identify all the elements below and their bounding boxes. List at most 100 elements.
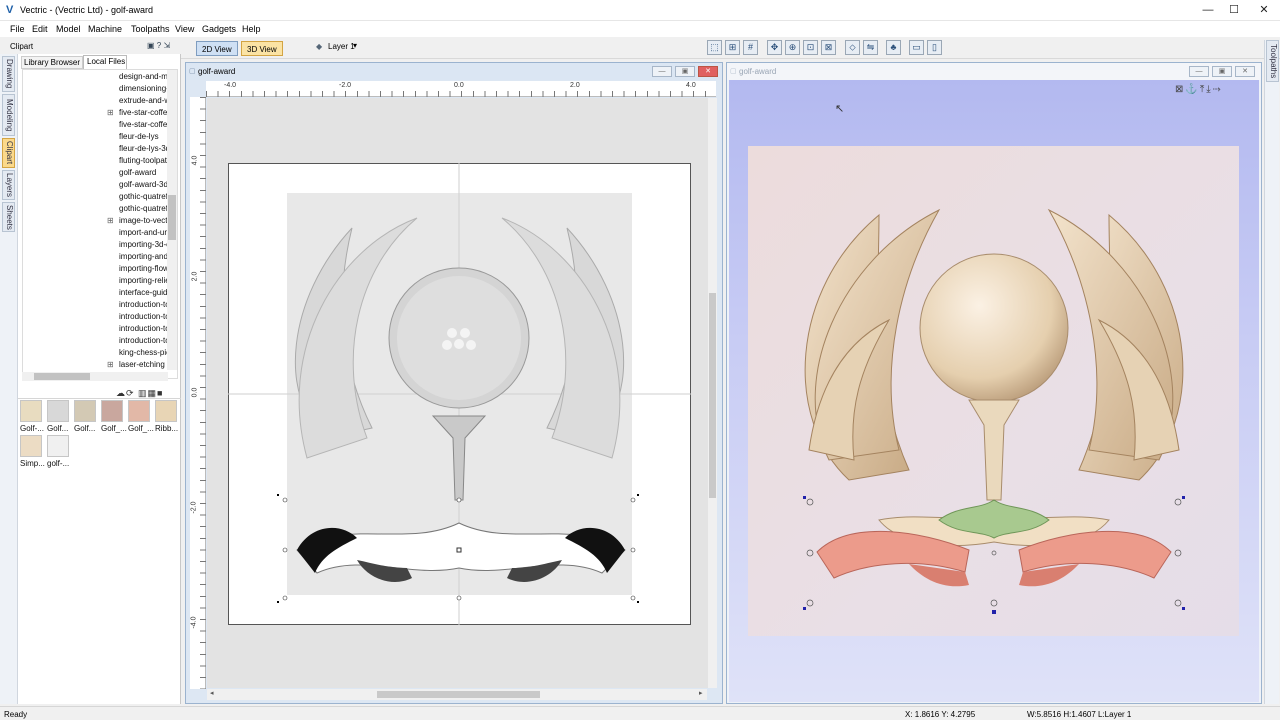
clipart-panel: Library Browser Local Files design-and-m…: [18, 54, 181, 704]
close-button[interactable]: ✕: [1248, 0, 1280, 21]
tab-modeling[interactable]: Modeling: [2, 94, 15, 136]
win2d-maximize[interactable]: ▣: [675, 66, 695, 77]
window-3d-view: golf-award ▢ — ▣ ✕ ⊠⚓⤒⤓⤑ ↖: [726, 62, 1262, 704]
tree-expand-icon[interactable]: ⊞: [107, 108, 114, 117]
menu-model[interactable]: Model: [56, 24, 81, 34]
clipart-thumbnail-label: Golf...: [74, 424, 96, 433]
ruler-label: -4.0: [224, 82, 237, 89]
tab-layers[interactable]: Layers: [2, 170, 15, 200]
win3d-close[interactable]: ✕: [1235, 66, 1255, 77]
clipart-tree: design-and-ma dimensioning-extrude-and-w ⊞…: [22, 69, 178, 379]
ruler-label: -2.0: [190, 501, 198, 514]
material-icon[interactable]: ♣: [886, 40, 901, 55]
clipart-thumbnail-label: Golf...: [47, 424, 69, 433]
ruler-label: 0.0: [454, 82, 464, 89]
title-bar: V Vectric - (Vectric Ltd) - golf-award —…: [0, 0, 1280, 21]
window-2d-view: golf-award ▢ — ▣ ✕ -4.0 -2.0 0.0 2.0 4.0…: [185, 62, 723, 704]
clipart-thumbnail[interactable]: [155, 400, 177, 422]
tree-expand-icon[interactable]: ⊞: [107, 360, 114, 369]
golf-award-3d-model[interactable]: [729, 80, 1259, 702]
clipart-thumbnail-label: Ribb...: [155, 424, 179, 433]
window-title: Vectric - (Vectric Ltd) - golf-award: [20, 5, 154, 15]
status-text: Ready: [4, 710, 28, 719]
chevron-down-icon[interactable]: ▾: [353, 41, 357, 50]
tab-local-files[interactable]: Local Files: [83, 55, 127, 69]
pan-icon[interactable]: ✥: [767, 40, 782, 55]
zoom-extents-icon[interactable]: ⊡: [803, 40, 818, 55]
win2d-close[interactable]: ✕: [698, 66, 718, 77]
golf-award-2d-artwork[interactable]: [207, 98, 712, 688]
clipart-thumbnail-label: Simp...: [20, 459, 45, 468]
canvas-v-scrollbar[interactable]: [708, 98, 717, 688]
clipart-thumbnail-label: Golf-...: [20, 424, 45, 433]
tree-scrollbar[interactable]: [167, 70, 177, 370]
clipart-thumbnail-label: Golf_...: [101, 424, 127, 433]
ruler-label: 4.0: [686, 82, 696, 89]
ruler-label: 2.0: [570, 82, 580, 89]
doc-icon: ▢: [189, 68, 196, 75]
clipart-thumbnails: Golf-... Golf... Golf... Golf_... Golf_... Ri…: [18, 400, 181, 480]
ruler-label: -4.0: [190, 616, 198, 629]
clipart-thumbnail-label: golf-...: [47, 459, 70, 468]
canvas-2d[interactable]: [207, 98, 712, 688]
clipart-thumbnail[interactable]: [128, 400, 150, 422]
layer-icon: ◆: [316, 42, 323, 51]
window-2d-title: golf-award: [186, 63, 722, 80]
canvas-h-scrollbar[interactable]: ◂ ▸: [207, 689, 707, 700]
menu-toolpaths[interactable]: Toolpaths: [131, 24, 170, 34]
tab-2d-view[interactable]: 2D View: [196, 41, 238, 56]
clipart-thumbnail-label: Golf_...: [128, 424, 154, 433]
tab-toolpaths[interactable]: Toolpaths: [1266, 40, 1279, 82]
menu-gadgets[interactable]: Gadgets: [202, 24, 236, 34]
clipart-thumbnail[interactable]: [47, 435, 69, 457]
toolbar-icon-2[interactable]: ⊞: [725, 40, 740, 55]
menu-bar: File Edit Model Machine Toolpaths View G…: [0, 21, 1280, 37]
selection-dimensions: W:5.8516 H:1.4607 L:Layer 1: [1027, 710, 1132, 719]
status-bar: Ready X: 1.8616 Y: 4.2795 W:5.8516 H:1.4…: [0, 706, 1280, 720]
snap-icon[interactable]: ⬦: [845, 40, 860, 55]
ruler-label: 4.0: [191, 155, 199, 166]
menu-view[interactable]: View: [175, 24, 194, 34]
tree-expand-icon[interactable]: ⊞: [107, 216, 114, 225]
clipart-thumbnail[interactable]: [47, 400, 69, 422]
panel-pin-icon[interactable]: ▣ ? ⇲: [147, 41, 170, 50]
menu-help[interactable]: Help: [242, 24, 261, 34]
ruler-label: -2.0: [339, 82, 352, 89]
layout-icon-2[interactable]: ▯: [927, 40, 942, 55]
menu-edit[interactable]: Edit: [32, 24, 48, 34]
main-toolbar: Clipart ▣ ? ⇲ 2D View 3D View ◆ Layer 1 …: [0, 37, 1280, 59]
tab-3d-view[interactable]: 3D View: [241, 41, 283, 56]
clipart-panel-title: Clipart: [10, 42, 34, 51]
ruler-horizontal: -4.0 -2.0 0.0 2.0 4.0: [206, 81, 716, 97]
tree-h-scrollbar[interactable]: [22, 372, 168, 381]
menu-file[interactable]: File: [10, 24, 25, 34]
menu-machine[interactable]: Machine: [88, 24, 122, 34]
zoom-window-icon[interactable]: ⊠: [821, 40, 836, 55]
maximize-button[interactable]: ☐: [1218, 0, 1250, 21]
win2d-minimize[interactable]: —: [652, 66, 672, 77]
clipart-thumbnail[interactable]: [101, 400, 123, 422]
clipart-thumbnail[interactable]: [20, 435, 42, 457]
tab-library-browser[interactable]: Library Browser: [21, 56, 83, 69]
transform-icon[interactable]: ⇋: [863, 40, 878, 55]
clipart-thumbnail[interactable]: [74, 400, 96, 422]
tab-sheets[interactable]: Sheets: [2, 202, 15, 232]
layout-icon-1[interactable]: ▭: [909, 40, 924, 55]
clipart-thumbnail[interactable]: [20, 400, 42, 422]
ruler-label: 2.0: [191, 271, 199, 282]
tab-clipart[interactable]: Clipart: [2, 138, 15, 168]
win3d-maximize[interactable]: ▣: [1212, 66, 1232, 77]
win3d-minimize[interactable]: —: [1189, 66, 1209, 77]
toolbar-icon-1[interactable]: ⬚: [707, 40, 722, 55]
layer-selector[interactable]: Layer 1: [328, 42, 355, 51]
window-3d-title: golf-award: [727, 63, 1261, 80]
divider: [18, 398, 181, 399]
cursor-coordinates: X: 1.8616 Y: 4.2795: [905, 710, 976, 719]
canvas-3d[interactable]: ⊠⚓⤒⤓⤑ ↖: [729, 80, 1259, 702]
vectric-v-icon: V: [6, 4, 14, 16]
right-tab-strip: Toolpaths: [1264, 40, 1279, 704]
grid-icon[interactable]: #: [743, 40, 758, 55]
ruler-label: 0.0: [191, 387, 199, 398]
zoom-icon[interactable]: ⊕: [785, 40, 800, 55]
tab-drawing[interactable]: Drawing: [2, 56, 15, 92]
